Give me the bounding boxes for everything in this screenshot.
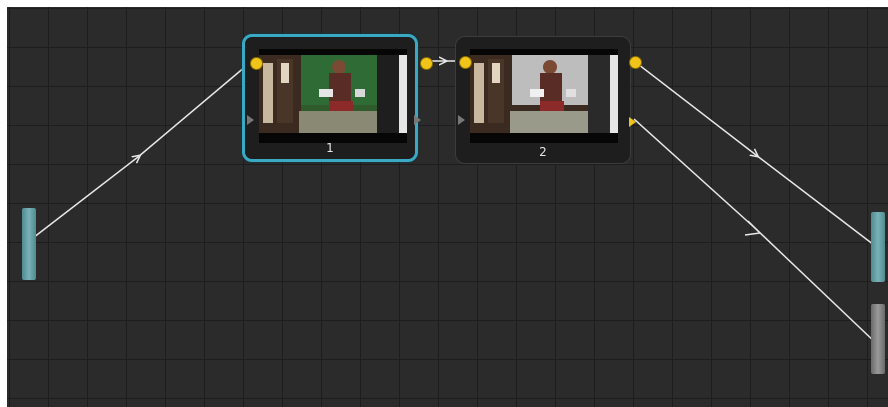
right-output-port-bottom[interactable]	[871, 304, 885, 374]
video-frame-image	[470, 49, 618, 143]
node-1-label: 1	[326, 141, 334, 155]
wire-input-to-node-1-tail	[137, 60, 253, 158]
video-frame-image	[259, 49, 407, 143]
node-2-output-port-icon[interactable]	[629, 56, 642, 69]
node-1[interactable]: 1	[242, 34, 433, 162]
right-output-port-top[interactable]	[871, 212, 885, 282]
wire-output-2-to-node-2	[755, 228, 879, 346]
wire-arrow-mid	[744, 220, 762, 236]
wire-input-to-node-1	[28, 157, 138, 242]
node-2[interactable]: 2	[455, 36, 642, 164]
node-2-input-triangle-icon[interactable]	[458, 115, 465, 125]
wire-output-2-to-node-2-tail	[633, 118, 757, 230]
node-2-input-port-icon[interactable]	[459, 56, 472, 69]
node-2-thumbnail	[470, 49, 618, 143]
left-input-port[interactable]	[22, 208, 36, 280]
node-1-input-triangle-right-icon[interactable]	[414, 115, 421, 125]
node-1-output-port-icon[interactable]	[250, 57, 263, 70]
connection-layer	[28, 7, 879, 346]
node-2-label: 2	[539, 145, 547, 159]
node-2-mask-input-icon[interactable]	[629, 117, 636, 127]
node-graph-canvas[interactable]: 1 2	[7, 7, 888, 407]
node-1-output-port-right-icon[interactable]	[420, 57, 433, 70]
wire-node-2-to-output-1	[633, 60, 756, 155]
wire-node-2-to-output-1-tail	[755, 154, 875, 246]
node-1-thumbnail	[259, 49, 407, 143]
node-1-input-triangle-icon[interactable]	[247, 115, 254, 125]
